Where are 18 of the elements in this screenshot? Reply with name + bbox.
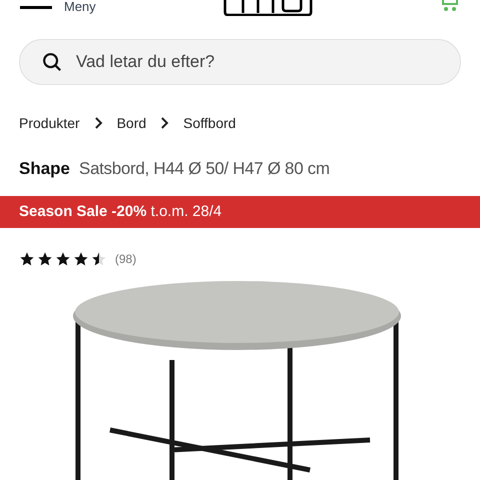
- breadcrumb-link[interactable]: Produkter: [19, 112, 80, 134]
- search-icon: [41, 50, 63, 73]
- star-icon: [19, 251, 35, 267]
- review-count: (98): [115, 251, 136, 268]
- menu-label[interactable]: Meny: [64, 0, 96, 13]
- star-icon: [37, 251, 53, 267]
- chevron-right-icon: [94, 117, 103, 130]
- cart-icon[interactable]: [440, 0, 460, 12]
- search-field[interactable]: Vad letar du efter?: [19, 38, 461, 85]
- star-icon: [73, 251, 89, 267]
- chevron-right-icon: [160, 117, 170, 130]
- breadcrumb-link[interactable]: Bord: [116, 112, 146, 134]
- sale-text: Season Sale -20% t.o.m. 28/4: [19, 202, 222, 222]
- star-icon: [91, 251, 107, 267]
- breadcrumb-link[interactable]: Soffbord: [183, 112, 236, 134]
- product-brand: Shape: [19, 158, 70, 180]
- star-icon: [55, 251, 71, 267]
- product-name: Satsbord, H44 Ø 50/ H47 Ø 80 cm: [79, 158, 330, 180]
